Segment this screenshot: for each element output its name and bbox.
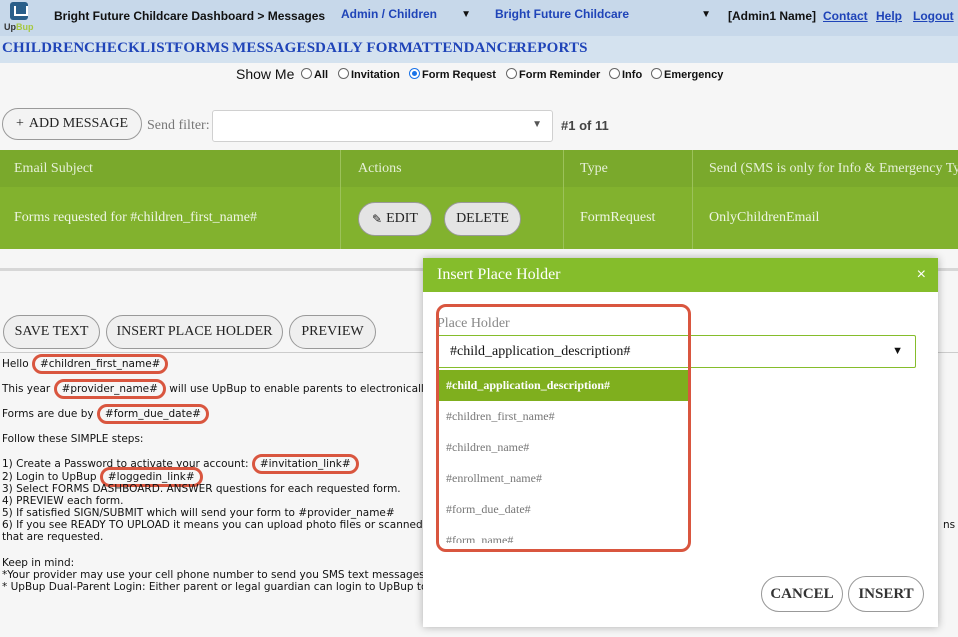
body-line: Keep in mind:	[2, 557, 75, 569]
body-line: 2) Login to UpBup #loggedin_link#	[2, 467, 203, 487]
body-line: 5) If satisfied SIGN/SUBMIT which will s…	[2, 507, 395, 519]
nav-attendance[interactable]: ATTENDANCE	[412, 40, 518, 57]
body-line-tail: ns	[943, 519, 956, 531]
center-select[interactable]: Bright Future Childcare ▼	[495, 7, 711, 29]
show-me-filter: Show Me All Invitation Form Request Form…	[0, 66, 958, 84]
body-line: Forms are due by #form_due_date#	[2, 404, 209, 424]
edit-label: EDIT	[386, 211, 418, 226]
chevron-down-icon: ▼	[532, 119, 542, 130]
add-message-label: ADD MESSAGE	[28, 116, 129, 131]
radio-icon	[506, 68, 517, 79]
chevron-down-icon: ▼	[892, 345, 903, 357]
nav-daily-form[interactable]: DAILY FORM	[315, 40, 413, 57]
show-me-label: Show Me	[236, 66, 295, 82]
top-bar: UpBup Bright Future Childcare Dashboard …	[0, 0, 958, 36]
preview-button[interactable]: PREVIEW	[289, 315, 376, 349]
radio-icon	[301, 68, 312, 79]
placeholder-token: #invitation_link#	[251, 454, 359, 474]
radio-form-request[interactable]: Form Request	[409, 68, 496, 81]
send-filter-label: Send filter:	[147, 118, 210, 133]
delete-label: DELETE	[456, 211, 509, 226]
logo-cube-icon	[10, 2, 28, 20]
radio-icon	[651, 68, 662, 79]
row-subject: Forms requested for #children_first_name…	[14, 210, 257, 225]
radio-form-reminder[interactable]: Form Reminder	[506, 68, 600, 81]
role-select[interactable]: Admin / Children ▼	[341, 7, 471, 29]
nav-checklist[interactable]: CHECKLIST	[84, 40, 175, 57]
help-link[interactable]: Help	[876, 9, 902, 23]
body-line: 6) If you see READY TO UPLOAD it means y…	[2, 519, 429, 531]
body-line: Follow these SIMPLE steps:	[2, 433, 144, 445]
col-send: Send (SMS is only for Info & Emergency T…	[709, 161, 958, 176]
row-type: FormRequest	[580, 210, 656, 225]
body-line: *Your provider may use your cell phone n…	[2, 569, 428, 581]
body-line: 3) Select FORMS DASHBOARD. ANSWER questi…	[2, 483, 401, 495]
main-nav: CHILDREN CHECKLIST FORMS MESSAGES DAILY …	[0, 36, 958, 63]
center-select-value: Bright Future Childcare	[495, 7, 630, 21]
edit-button[interactable]: ✎ EDIT	[358, 202, 432, 236]
column-divider	[340, 150, 341, 249]
logo-text: UpBup	[4, 22, 34, 32]
placeholder-token: #provider_name#	[53, 379, 166, 399]
save-text-button[interactable]: SAVE TEXT	[3, 315, 100, 349]
radio-icon	[609, 68, 620, 79]
message-counter: #1 of 11	[561, 118, 609, 133]
modal-header: Insert Place Holder ×	[423, 258, 938, 292]
radio-selected-icon	[409, 68, 420, 79]
contact-link[interactable]: Contact	[823, 9, 868, 23]
row-send: OnlyChildrenEmail	[709, 210, 820, 225]
column-divider	[692, 150, 693, 249]
radio-icon	[338, 68, 349, 79]
body-line: Hello #children_first_name#	[2, 354, 169, 374]
pencil-icon: ✎	[372, 211, 383, 226]
body-line: 4) PREVIEW each form.	[2, 495, 124, 507]
breadcrumb: Bright Future Childcare Dashboard > Mess…	[54, 9, 326, 23]
chevron-down-icon: ▼	[701, 9, 711, 20]
highlight-outline	[436, 304, 691, 552]
logout-link[interactable]: Logout	[913, 9, 954, 23]
insert-button[interactable]: INSERT	[848, 576, 924, 612]
nav-reports[interactable]: REPORTS	[516, 40, 588, 57]
add-message-button[interactable]: + ADD MESSAGE	[2, 108, 142, 140]
insert-placeholder-button[interactable]: INSERT PLACE HOLDER	[106, 315, 283, 349]
radio-info[interactable]: Info	[609, 68, 642, 81]
col-actions: Actions	[358, 161, 402, 176]
upbup-logo[interactable]: UpBup	[2, 0, 38, 36]
close-icon[interactable]: ×	[917, 266, 926, 284]
admin-name: [Admin1 Name]	[728, 9, 817, 23]
send-filter-select[interactable]: ▼	[212, 110, 553, 142]
col-type: Type	[580, 161, 608, 176]
radio-all[interactable]: All	[301, 68, 328, 81]
placeholder-token: #form_due_date#	[96, 404, 209, 424]
nav-children[interactable]: CHILDREN	[2, 40, 84, 57]
col-email-subject: Email Subject	[14, 161, 93, 176]
plus-icon: +	[15, 116, 24, 131]
cancel-button[interactable]: CANCEL	[761, 576, 843, 612]
delete-button[interactable]: DELETE	[444, 202, 521, 236]
chevron-down-icon: ▼	[461, 9, 471, 20]
radio-invitation[interactable]: Invitation	[338, 68, 400, 81]
modal-title: Insert Place Holder	[437, 266, 561, 283]
body-line: This year #provider_name# will use UpBup…	[2, 379, 446, 399]
role-select-value: Admin / Children	[341, 7, 437, 21]
radio-emergency[interactable]: Emergency	[651, 68, 723, 81]
messages-table-header: Email Subject Actions Type Send (SMS is …	[0, 150, 958, 187]
nav-forms[interactable]: FORMS	[174, 40, 229, 57]
body-line: that are requested.	[2, 531, 104, 543]
nav-messages[interactable]: MESSAGES	[232, 40, 315, 57]
placeholder-token: #children_first_name#	[31, 354, 169, 374]
body-line: * UpBup Dual-Parent Login: Either parent…	[2, 581, 428, 593]
column-divider	[563, 150, 564, 249]
